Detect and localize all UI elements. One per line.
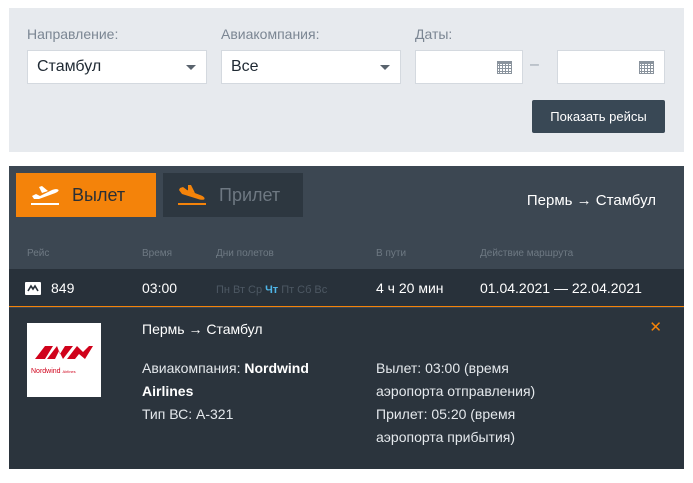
day-sun: Вс: [314, 284, 328, 296]
flight-number: 849: [51, 280, 75, 296]
detail-aircraft: Тип ВС: А-321: [142, 406, 234, 422]
column-header-validity: Действие маршрута: [480, 248, 574, 259]
tab-departure-label: Вылет: [72, 185, 126, 205]
plane-takeoff-icon: [31, 186, 59, 205]
tab-arrival[interactable]: Прилет: [163, 173, 303, 217]
tab-departure[interactable]: Вылет: [16, 173, 156, 217]
nordwind-logo: Nordwind Airlines: [27, 323, 101, 397]
column-header-time: Время: [142, 248, 173, 259]
dates-label: Даты:: [415, 26, 453, 42]
table-row[interactable]: 849 03:00 Пн Вт Ср Чт Пт Сб Вс 4 ч 20 мин 01.0…: [9, 269, 684, 307]
day-sat: Сб: [297, 284, 312, 296]
column-header-flight: Рейс: [27, 248, 50, 259]
flight-time: 03:00: [142, 280, 178, 296]
route-title: Пермь → Стамбул: [526, 192, 656, 209]
chevron-down-icon: [186, 65, 196, 70]
close-icon[interactable]: ✕: [649, 320, 662, 335]
detail-departure-info: Вылет: 03:00 (время аэропорта отправлени…: [376, 360, 536, 399]
flight-detail-panel: Nordwind Airlines Пермь → Стамбул Авиако…: [9, 308, 684, 469]
chevron-down-icon: [380, 65, 390, 70]
day-fri: Пт: [281, 284, 295, 296]
calendar-icon[interactable]: [497, 61, 512, 74]
direction-select[interactable]: Стамбул: [27, 50, 207, 84]
day-mon: Пн: [216, 284, 230, 296]
date-from-input[interactable]: [415, 50, 523, 84]
flight-days: Пн Вт Ср Чт Пт Сб Вс: [216, 269, 330, 309]
flight-duration: 4 ч 20 мин: [376, 280, 444, 296]
column-header-days: Дни полетов: [216, 248, 274, 259]
airline-select-value: Все: [231, 58, 259, 75]
airline-label: Авиакомпания:: [221, 26, 320, 42]
date-to-input[interactable]: [557, 50, 665, 84]
column-header-duration: В пути: [376, 248, 407, 259]
search-filter-panel: Направление: Стамбул Авиакомпания: Все Д…: [9, 8, 684, 152]
direction-label: Направление:: [27, 26, 119, 42]
direction-select-value: Стамбул: [37, 58, 102, 75]
show-flights-button[interactable]: Показать рейсы: [532, 100, 665, 133]
plane-landing-icon: [178, 185, 206, 205]
detail-arrival-info: Прилет: 05:20 (время аэропорта прибытия): [376, 406, 516, 445]
airline-select[interactable]: Все: [221, 50, 401, 84]
airline-logo-icon: [25, 282, 41, 295]
detail-airline: Авиакомпания: Nordwind Airlines: [142, 360, 309, 399]
flight-validity: 01.04.2021 — 22.04.2021: [480, 280, 642, 296]
detail-route: Пермь → Стамбул: [142, 321, 263, 337]
day-wed: Ср: [248, 284, 263, 296]
calendar-icon[interactable]: [639, 61, 654, 74]
date-range-dash: –: [530, 56, 539, 73]
flight-results-panel: Вылет Прилет Пермь → Стамбул Рейс Время …: [9, 166, 684, 469]
day-tue: Вт: [232, 284, 245, 296]
tab-arrival-label: Прилет: [219, 185, 281, 205]
day-thu: Чт: [265, 284, 279, 296]
